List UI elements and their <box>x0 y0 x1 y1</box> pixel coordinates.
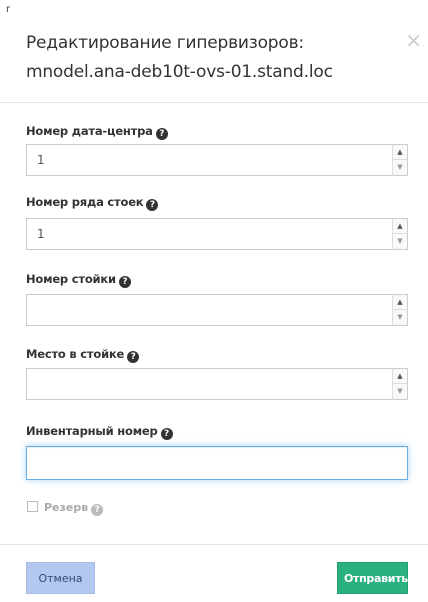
rack-place-label: Место в стойке? <box>26 347 140 363</box>
question-circle-icon[interactable]: ? <box>127 351 140 363</box>
question-circle-icon[interactable]: ? <box>146 199 159 211</box>
spin-down-icon[interactable]: ▼ <box>393 310 407 325</box>
reserve-checkbox-row[interactable]: Резерв? <box>27 501 104 516</box>
rack-row-number-value: 1 <box>37 227 45 241</box>
spin-up-icon[interactable]: ▲ <box>393 145 407 160</box>
reserve-checkbox[interactable] <box>27 501 38 512</box>
spin-down-icon[interactable]: ▼ <box>393 160 407 175</box>
spin-down-icon[interactable]: ▼ <box>393 384 407 399</box>
rack-place-input[interactable]: ▲ ▼ <box>26 368 408 400</box>
spinner-arrows: ▲ ▼ <box>392 369 407 399</box>
modal-header: Редактирование гипервизоров: mnodel.ana-… <box>0 0 428 103</box>
datacenter-number-value: 1 <box>37 153 45 167</box>
inventory-number-input[interactable] <box>26 446 408 480</box>
rack-row-number-input[interactable]: 1 ▲ ▼ <box>26 218 408 250</box>
question-circle-icon[interactable]: ? <box>155 128 168 140</box>
datacenter-number-input[interactable]: 1 ▲ ▼ <box>26 144 408 176</box>
question-circle-icon[interactable]: ? <box>118 276 131 288</box>
rack-row-label-text: Номер ряда стоек <box>26 195 144 209</box>
question-circle-icon[interactable]: ? <box>91 504 104 516</box>
inventory-label-text: Инвентарный номер <box>26 424 158 438</box>
spin-up-icon[interactable]: ▲ <box>393 219 407 234</box>
modal-title: Редактирование гипервизоров: mnodel.ana-… <box>26 33 333 82</box>
cancel-button[interactable]: Отмена <box>26 562 95 594</box>
question-circle-icon[interactable]: ? <box>160 428 173 440</box>
edit-hypervisor-modal: r Редактирование гипервизоров: mnodel.an… <box>0 0 428 602</box>
spinner-arrows: ▲ ▼ <box>392 219 407 249</box>
spin-up-icon[interactable]: ▲ <box>393 295 407 310</box>
rack-row-label: Номер ряда стоек? <box>26 195 159 211</box>
datacenter-label-text: Номер дата-центра <box>26 124 153 138</box>
spin-down-icon[interactable]: ▼ <box>393 234 407 249</box>
datacenter-label: Номер дата-центра? <box>26 124 168 140</box>
spinner-arrows: ▲ ▼ <box>392 295 407 325</box>
rack-label-text: Номер стойки <box>26 272 116 286</box>
modal-footer: Отмена Отправить <box>0 544 428 602</box>
reserve-label: Резерв <box>44 501 89 514</box>
close-icon[interactable]: × <box>405 30 422 50</box>
submit-button[interactable]: Отправить <box>337 562 408 594</box>
rack-label: Номер стойки? <box>26 272 131 288</box>
rack-number-input[interactable]: ▲ ▼ <box>26 294 408 326</box>
spin-up-icon[interactable]: ▲ <box>393 369 407 384</box>
inventory-label: Инвентарный номер? <box>26 424 173 440</box>
spinner-arrows: ▲ ▼ <box>392 145 407 175</box>
rack-place-label-text: Место в стойке <box>26 347 125 361</box>
